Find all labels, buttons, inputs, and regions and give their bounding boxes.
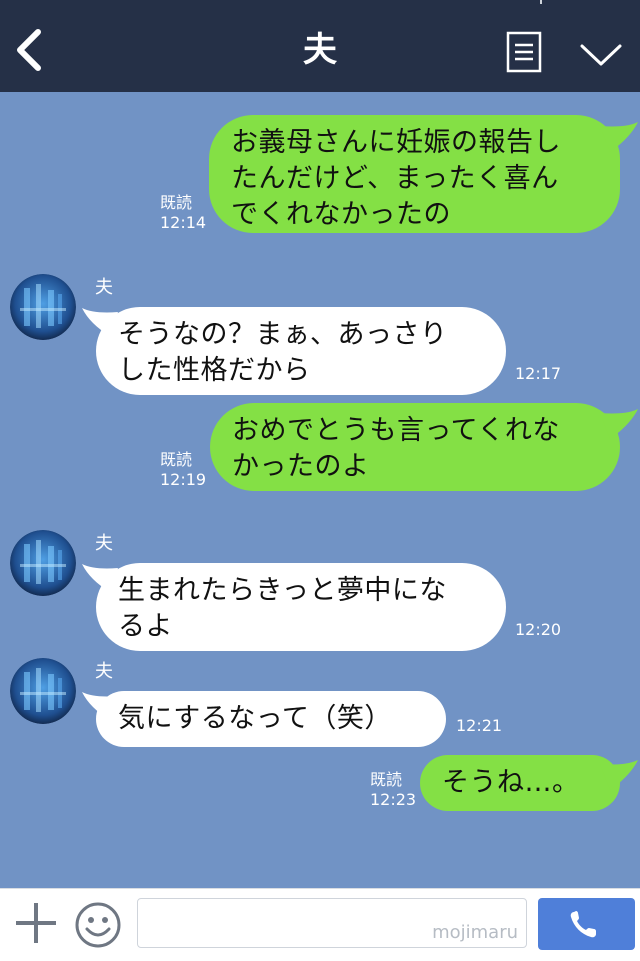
sender-name: 夫 — [95, 277, 113, 298]
watermark: mojimaru — [432, 922, 518, 943]
message-time: 12:19 — [160, 470, 207, 489]
input-bar: mojimaru — [0, 888, 640, 961]
message-line: 気にするなって（笑） — [118, 703, 392, 734]
message-line: でくれなかったの — [231, 199, 451, 230]
message-time: 12:20 — [515, 620, 562, 639]
message-bubble-incoming[interactable]: 生まれたらきっと夢中にな るよ — [96, 563, 506, 651]
chevron-down-icon[interactable] — [578, 38, 624, 70]
status-notch — [540, 0, 542, 4]
message-line: した性格だから — [118, 355, 311, 386]
call-button[interactable] — [538, 898, 635, 950]
read-label: 既読 — [160, 450, 193, 469]
bubble-tail — [600, 409, 638, 439]
phone-icon — [570, 911, 596, 938]
message-time: 12:21 — [456, 716, 503, 735]
read-label: 既読 — [370, 770, 403, 789]
message-line: たんだけど、まったく喜ん — [231, 163, 559, 194]
read-status: 既読 12:23 — [370, 770, 416, 810]
chat-header: 夫 — [0, 0, 640, 92]
avatar[interactable] — [10, 274, 76, 340]
message-bubble-outgoing[interactable]: そうね…。 — [420, 755, 620, 811]
message-line: お義母さんに妊娠の報告し — [231, 127, 561, 158]
message-line: るよ — [118, 611, 173, 642]
message-input[interactable]: mojimaru — [137, 898, 527, 948]
sender-name: 夫 — [95, 661, 113, 682]
smiley-icon[interactable] — [74, 901, 122, 949]
message-bubble-incoming[interactable]: そうなの？まぁ、あっさり した性格だから — [96, 307, 506, 395]
bubble-tail — [600, 122, 638, 152]
message-line: 生まれたらきっと夢中にな — [118, 575, 447, 606]
message-line: かったのよ — [232, 451, 370, 482]
plus-icon[interactable] — [14, 901, 58, 945]
sender-name: 夫 — [95, 533, 113, 554]
message-bubble-outgoing[interactable]: お義母さんに妊娠の報告し たんだけど、まったく喜ん でくれなかったの — [209, 115, 620, 233]
chat-title: 夫 — [303, 30, 337, 70]
bubble-tail — [600, 760, 638, 790]
read-status: 既読 12:14 — [160, 193, 206, 233]
read-status: 既読 12:19 — [160, 450, 206, 490]
message-time: 12:23 — [370, 790, 417, 809]
avatar[interactable] — [10, 658, 76, 724]
message-line: そうね…。 — [442, 767, 580, 798]
message-time: 12:17 — [515, 364, 562, 383]
message-time: 12:14 — [160, 213, 207, 232]
message-bubble-incoming[interactable]: 気にするなって（笑） — [96, 691, 446, 747]
read-label: 既読 — [160, 193, 193, 212]
message-line: そうなの？まぁ、あっさり — [118, 319, 448, 350]
message-line: おめでとうも言ってくれな — [232, 415, 560, 446]
avatar[interactable] — [10, 530, 76, 596]
document-list-icon[interactable] — [506, 31, 542, 73]
message-bubble-outgoing[interactable]: おめでとうも言ってくれな かったのよ — [210, 403, 620, 491]
